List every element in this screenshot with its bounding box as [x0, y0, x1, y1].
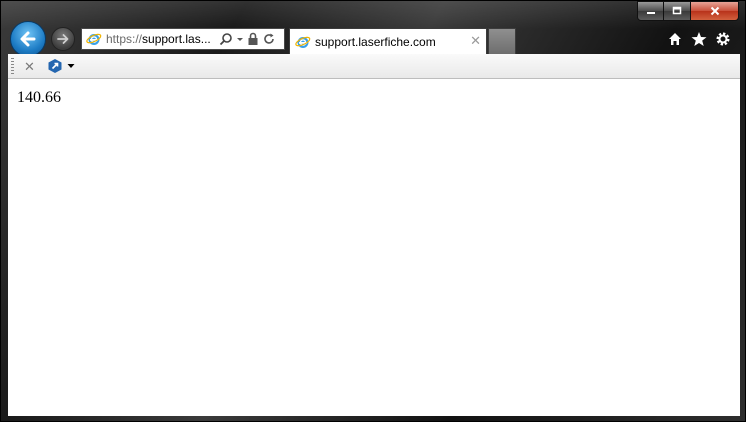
tab-label: support.laserfiche.com — [315, 34, 436, 49]
close-window-button[interactable] — [691, 1, 739, 21]
search-icon[interactable] — [219, 32, 233, 46]
address-url: https://support.las... — [106, 32, 211, 46]
dropdown-icon[interactable] — [236, 32, 244, 46]
favorites-star-icon[interactable] — [691, 31, 707, 47]
addon-button[interactable] — [47, 58, 75, 74]
window-controls — [637, 1, 739, 21]
chevron-down-icon — [67, 64, 75, 68]
lock-icon[interactable] — [247, 32, 259, 46]
address-bar[interactable]: https://support.las... — [81, 28, 285, 50]
addon-icon — [48, 59, 62, 73]
close-icon — [710, 6, 719, 16]
command-bar: ✕ — [8, 54, 740, 79]
back-arrow-icon — [20, 31, 36, 47]
forward-arrow-icon — [57, 34, 69, 44]
minimize-button[interactable] — [637, 1, 664, 21]
forward-button[interactable] — [51, 27, 75, 51]
maximize-icon — [672, 6, 682, 15]
close-icon[interactable]: ✕ — [24, 60, 35, 73]
home-icon[interactable] — [667, 31, 683, 47]
ie-icon — [295, 36, 311, 48]
page-content: 140.66 — [8, 79, 740, 416]
new-tab-button[interactable] — [488, 28, 516, 54]
ie-icon — [86, 33, 102, 45]
back-button[interactable] — [10, 21, 46, 57]
refresh-icon[interactable] — [262, 32, 276, 46]
settings-gear-icon[interactable] — [715, 31, 731, 47]
minimize-icon — [646, 12, 655, 14]
tab-close-icon[interactable]: ✕ — [470, 34, 481, 47]
toolbar-grip[interactable] — [11, 57, 14, 75]
page-text: 140.66 — [17, 89, 61, 106]
tab-support-laserfiche[interactable]: support.laserfiche.com ✕ — [289, 28, 487, 54]
maximize-button[interactable] — [664, 1, 691, 21]
browser-window: https://support.las... support.laserfich… — [0, 0, 746, 422]
